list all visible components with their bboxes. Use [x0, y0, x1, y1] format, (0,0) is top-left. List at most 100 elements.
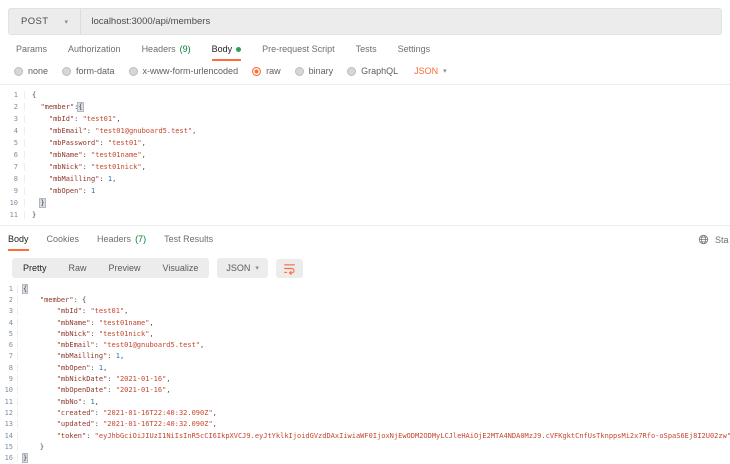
radio-label: form-data — [76, 66, 115, 76]
line-number: 1 — [0, 285, 18, 293]
line-number: 3 — [0, 307, 18, 315]
code-line: 10 } — [0, 197, 730, 209]
tab-label: Settings — [398, 44, 431, 54]
line-number: 10 — [0, 386, 18, 394]
radio-icon — [129, 67, 138, 76]
radio-label: x-www-form-urlencoded — [143, 66, 239, 76]
tab-count: (9) — [180, 44, 191, 54]
response-language-dropdown[interactable]: JSON ▾ — [217, 258, 268, 278]
radio-icon — [347, 67, 356, 76]
code-line: 6 "mbName": "test01name", — [0, 149, 730, 161]
code-line: 16} — [0, 452, 730, 463]
code-text: "mbNick": "test01nick", — [18, 330, 154, 338]
code-text: "mbEmail": "test01@gnuboard5.test", — [25, 127, 196, 135]
code-text: "updated": "2021-01-16T22:40:32.090Z", — [18, 420, 217, 428]
code-text: } — [25, 211, 36, 219]
line-number: 8 — [0, 364, 18, 372]
code-line: 14 "token": "eyJhbGciOiJIUzI1NiIsInR5cCI… — [0, 430, 730, 441]
request-tab-settings[interactable]: Settings — [398, 44, 431, 61]
code-line: 2 "member":{ — [0, 101, 730, 113]
request-tab-pre-request-script[interactable]: Pre-request Script — [262, 44, 335, 61]
line-number: 4 — [0, 319, 18, 327]
line-number: 5 — [0, 330, 18, 338]
request-tab-body[interactable]: Body — [212, 44, 242, 61]
code-text: } — [25, 199, 45, 207]
code-text: "mbOpenDate": "2021-01-16", — [18, 386, 171, 394]
radio-label: none — [28, 66, 48, 76]
line-number: 1 — [0, 91, 25, 99]
chevron-down-icon: ▾ — [443, 67, 447, 75]
line-number: 5 — [0, 139, 25, 147]
response-view-raw[interactable]: Raw — [58, 258, 98, 278]
body-type-none[interactable]: none — [14, 66, 48, 76]
url-input[interactable]: localhost:3000/api/members — [81, 16, 220, 27]
code-text: "mbNick": "test01nick", — [25, 163, 146, 171]
line-number: 9 — [0, 187, 25, 195]
code-line: 11 "mbNo": 1, — [0, 396, 730, 407]
code-line: 1{ — [0, 89, 730, 101]
response-tab-body[interactable]: Body — [8, 234, 29, 251]
code-line: 8 "mbMailling": 1, — [0, 173, 730, 185]
response-tab-cookies[interactable]: Cookies — [47, 234, 80, 251]
request-tab-headers[interactable]: Headers(9) — [142, 44, 191, 61]
active-body-dot-icon — [236, 47, 241, 52]
line-number: 6 — [0, 341, 18, 349]
chevron-down-icon: ▾ — [64, 18, 68, 26]
response-view-pretty[interactable]: Pretty — [12, 258, 58, 278]
tab-label: Authorization — [68, 44, 121, 54]
request-body-editor[interactable]: 1{2 "member":{3 "mbId": "test01",4 "mbEm… — [0, 84, 730, 221]
code-text: "mbPassword": "test01", — [25, 139, 146, 147]
code-line: 15 } — [0, 441, 730, 452]
code-text: "mbOpen": 1 — [25, 187, 95, 195]
tab-label: Pre-request Script — [262, 44, 335, 54]
code-line: 4 "mbName": "test01name", — [0, 317, 730, 328]
code-text: "mbName": "test01name", — [25, 151, 146, 159]
method-dropdown[interactable]: POST ▾ — [9, 9, 80, 34]
response-view-visualize[interactable]: Visualize — [152, 258, 210, 278]
line-number: 7 — [0, 352, 18, 360]
body-type-x-www-form-urlencoded[interactable]: x-www-form-urlencoded — [129, 66, 239, 76]
request-tab-authorization[interactable]: Authorization — [68, 44, 121, 61]
response-view-preview[interactable]: Preview — [98, 258, 152, 278]
line-number: 6 — [0, 151, 25, 159]
raw-language-dropdown[interactable]: JSON ▾ — [414, 66, 447, 76]
wrap-text-icon[interactable] — [276, 259, 303, 278]
response-tab-test-results[interactable]: Test Results — [164, 234, 213, 251]
body-type-binary[interactable]: binary — [295, 66, 334, 76]
globe-icon[interactable] — [698, 234, 709, 245]
code-text: "mbId": "test01", — [25, 115, 121, 123]
response-body-editor[interactable]: 1{2 "member": {3 "mbId": "test01",4 "mbN… — [0, 283, 730, 464]
code-line: 5 "mbPassword": "test01", — [0, 137, 730, 149]
body-type-form-data[interactable]: form-data — [62, 66, 115, 76]
code-line: 12 "created": "2021-01-16T22:40:32.090Z"… — [0, 407, 730, 418]
radio-icon — [252, 67, 261, 76]
code-line: 3 "mbId": "test01", — [0, 306, 730, 317]
line-number: 9 — [0, 375, 18, 383]
response-tabs: Body Cookies Headers(7) Test Results — [8, 234, 213, 251]
request-url-bar: POST ▾ localhost:3000/api/members — [8, 8, 722, 35]
line-number: 13 — [0, 420, 18, 428]
tab-count: (7) — [135, 234, 146, 244]
response-meta: Sta — [698, 234, 730, 251]
response-tab-headers[interactable]: Headers(7) — [97, 234, 146, 251]
code-line: 5 "mbNick": "test01nick", — [0, 328, 730, 339]
line-number: 16 — [0, 454, 18, 462]
tab-label: Cookies — [47, 234, 80, 244]
tab-label: Tests — [356, 44, 377, 54]
code-text: "token": "eyJhbGciOiJIUzI1NiIsInR5cCI6Ik… — [18, 432, 730, 440]
request-tab-params[interactable]: Params — [16, 44, 47, 61]
line-number: 11 — [0, 211, 25, 219]
line-number: 8 — [0, 175, 25, 183]
code-text: { — [25, 91, 36, 99]
line-number: 2 — [0, 103, 25, 111]
request-tab-tests[interactable]: Tests — [356, 44, 377, 61]
response-section-header: Body Cookies Headers(7) Test Results Sta — [0, 225, 730, 251]
response-toolbar: PrettyRawPreviewVisualize JSON ▾ — [12, 258, 722, 278]
radio-icon — [14, 67, 23, 76]
line-number: 3 — [0, 115, 25, 123]
body-type-raw[interactable]: raw — [252, 66, 281, 76]
raw-language-label: JSON — [414, 66, 438, 76]
body-type-graphql[interactable]: GraphQL — [347, 66, 398, 76]
line-number: 14 — [0, 432, 18, 440]
code-text: "mbMailling": 1, — [18, 352, 124, 360]
